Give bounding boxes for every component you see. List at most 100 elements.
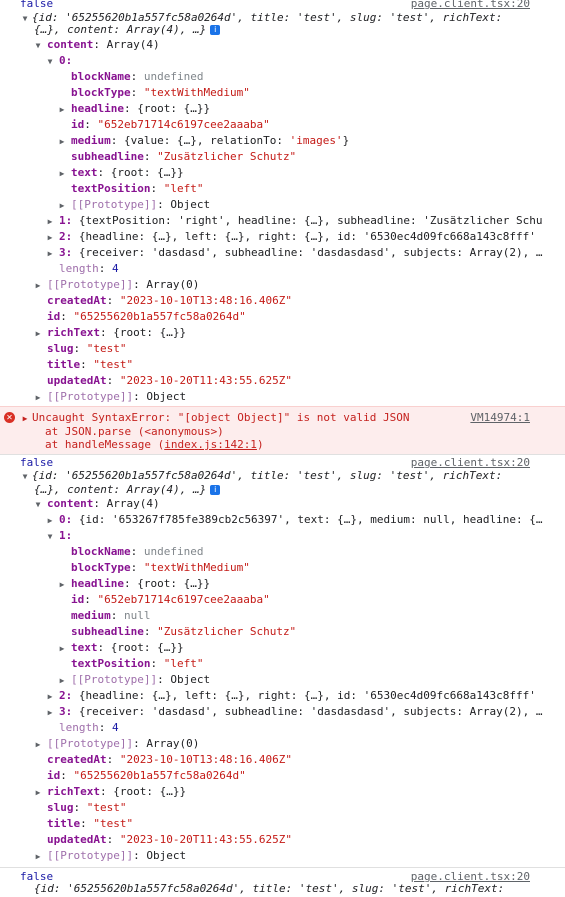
property-key: textPosition [71, 657, 151, 670]
tree-row-headline[interactable]: ▶ headline: {root: {…}} [0, 576, 565, 592]
console-error-message: ✕ ▶ Uncaught SyntaxError: "[object Object… [0, 406, 565, 455]
property-value: Object [170, 673, 211, 686]
property-value: "Zusätzlicher Schutz" [157, 150, 297, 163]
expand-triangle-icon[interactable]: ▶ [33, 737, 43, 752]
property-key: id [71, 118, 85, 131]
tree-row-content[interactable]: ▼ content: Array(4) [0, 37, 565, 53]
tree-row-richText[interactable]: ▶ richText: {root: {…}} [0, 784, 565, 800]
message-divider [0, 867, 565, 868]
collapse-triangle-icon[interactable]: ▼ [45, 54, 55, 69]
property-value: "652eb71714c6197cee2aaaba" [97, 118, 270, 131]
item1-preview: 1: {textPosition: 'right', headline: {…}… [59, 214, 543, 227]
collapse-triangle-icon[interactable]: ▼ [33, 497, 43, 512]
property-key: id [71, 593, 85, 606]
property-value: {root: {…}} [110, 166, 184, 179]
stack-frame-link[interactable]: index.js:142:1 [164, 438, 257, 451]
expand-triangle-icon[interactable]: ▶ [33, 785, 43, 800]
expand-triangle-icon[interactable]: ▶ [45, 230, 55, 245]
expand-triangle-icon[interactable]: ▶ [33, 390, 43, 405]
tree-row-item0[interactable]: ▶ 0: {id: '653267f785fe389cb2c56397', tex… [0, 512, 565, 528]
object-summary[interactable]: {id: '65255620b1a557fc58a0264d', title: … [0, 881, 565, 897]
property-key: text [71, 641, 98, 654]
property-value: undefined [143, 70, 204, 83]
tree-row-text[interactable]: ▶ text: {root: {…}} [0, 165, 565, 181]
tree-row-item3[interactable]: ▶ 3: {receiver: 'dasdasd', subheadline: '… [0, 245, 565, 261]
tree-row-medium: medium: null [71, 609, 151, 622]
property-key: textPosition [71, 182, 151, 195]
tree-row-slug: slug: "test" [47, 801, 127, 814]
property-key: text [71, 166, 98, 179]
property-key: [[Prototype]] [71, 198, 158, 211]
object-summary-cont: {…}, content: Array(4), …} i [0, 22, 565, 38]
info-icon[interactable]: i [210, 25, 221, 35]
tree-row-prototype[interactable]: ▶ [[Prototype]]: Object [0, 848, 565, 864]
log-value: false [20, 0, 54, 10]
property-key: headline [71, 577, 124, 590]
property-value: "left" [163, 182, 204, 195]
tree-row-content[interactable]: ▼ content: Array(4) [0, 496, 565, 512]
tree-row-createdAt: createdAt: "2023-10-10T13:48:16.406Z" [47, 753, 293, 766]
tree-row-blockname: blockName: undefined [71, 70, 204, 83]
tree-row-item2[interactable]: ▶ 2: {headline: {…}, left: {…}, right: {…… [0, 229, 565, 245]
collapse-triangle-icon[interactable]: ▼ [45, 529, 55, 544]
tree-row-blockname: blockName: undefined [71, 545, 204, 558]
expand-triangle-icon[interactable]: ▶ [57, 577, 67, 592]
tree-row-title: title: "test" [47, 817, 134, 830]
collapse-triangle-icon[interactable]: ▼ [33, 38, 43, 53]
expand-triangle-icon[interactable]: ▶ [33, 278, 43, 293]
tree-row-item0[interactable]: ▼ 0: [0, 53, 565, 69]
tree-row-blocktype: blockType: "textWithMedium" [71, 561, 250, 574]
property-key: blockType [71, 86, 131, 99]
expand-triangle-icon[interactable]: ▶ [45, 214, 55, 229]
tree-row-item1[interactable]: ▼ 1: [0, 528, 565, 544]
tree-row-prototype[interactable]: ▶ [[Prototype]]: Object [0, 197, 565, 213]
property-key: subheadline [71, 150, 144, 163]
expand-triangle-icon[interactable]: ▶ [57, 134, 67, 149]
property-key: headline [71, 102, 124, 115]
expand-triangle-icon[interactable]: ▶ [33, 849, 43, 864]
property-value: "left" [163, 657, 204, 670]
tree-row-blocktype: blockType: "textWithMedium" [71, 86, 250, 99]
tree-row-id: id: "652eb71714c6197cee2aaaba" [71, 118, 270, 131]
expand-triangle-icon[interactable]: ▶ [57, 198, 67, 213]
expand-triangle-icon[interactable]: ▶ [45, 705, 55, 720]
tree-row-subheadline: subheadline: "Zusätzlicher Schutz" [71, 150, 297, 163]
expand-triangle-icon[interactable]: ▶ [57, 641, 67, 656]
expand-triangle-icon[interactable]: ▶ [57, 166, 67, 181]
expand-triangle-icon[interactable]: ▶ [45, 689, 55, 704]
tree-row-item1[interactable]: ▶ 1: {textPosition: 'right', headline: {…… [0, 213, 565, 229]
tree-row-prototype[interactable]: ▶ [[Prototype]]: Object [0, 389, 565, 405]
tree-row-id: id: "65255620b1a557fc58a0264d" [47, 310, 246, 323]
tree-row-length: length: 4 [59, 262, 119, 275]
tree-row-length: length: 4 [59, 721, 119, 734]
expand-triangle-icon[interactable]: ▶ [57, 102, 67, 117]
tree-row-id: id: "652eb71714c6197cee2aaaba" [71, 593, 270, 606]
tree-row-medium[interactable]: ▶ medium: {value: {…}, relationTo: 'image… [0, 133, 565, 149]
property-key: medium [71, 134, 111, 147]
tree-row-array-prototype[interactable]: ▶ [[Prototype]]: Array(0) [0, 277, 565, 293]
property-value: "textWithMedium" [143, 561, 250, 574]
property-value: Object [170, 198, 211, 211]
error-text: Uncaught SyntaxError: "[object Object]" … [32, 411, 410, 424]
info-icon[interactable]: i [210, 485, 221, 495]
tree-row-array-prototype[interactable]: ▶ [[Prototype]]: Array(0) [0, 736, 565, 752]
tree-row-item3[interactable]: ▶ 3: {receiver: 'dasdasd', subheadline: '… [0, 704, 565, 720]
property-key: [[Prototype]] [71, 673, 158, 686]
property-value: {value: {…}, relationTo: 'images'} [124, 134, 350, 147]
tree-row-updatedAt: updatedAt: "2023-10-20T11:43:55.625Z" [47, 374, 293, 387]
tree-row-text[interactable]: ▶ text: {root: {…}} [0, 640, 565, 656]
expand-triangle-icon[interactable]: ▶ [45, 513, 55, 528]
tree-row-createdAt: createdAt: "2023-10-10T13:48:16.406Z" [47, 294, 293, 307]
tree-row-richText[interactable]: ▶ richText: {root: {…}} [0, 325, 565, 341]
property-key: blockName [71, 70, 131, 83]
property-key: blockName [71, 545, 131, 558]
tree-row-item2[interactable]: ▶ 2: {headline: {…}, left: {…}, right: {…… [0, 688, 565, 704]
property-value: null [124, 609, 151, 622]
property-value: "652eb71714c6197cee2aaaba" [97, 593, 270, 606]
property-value: "Zusätzlicher Schutz" [157, 625, 297, 638]
expand-triangle-icon[interactable]: ▶ [45, 246, 55, 261]
tree-row-headline[interactable]: ▶ headline: {root: {…}} [0, 101, 565, 117]
expand-triangle-icon[interactable]: ▶ [57, 673, 67, 688]
expand-triangle-icon[interactable]: ▶ [33, 326, 43, 341]
tree-row-prototype[interactable]: ▶ [[Prototype]]: Object [0, 672, 565, 688]
